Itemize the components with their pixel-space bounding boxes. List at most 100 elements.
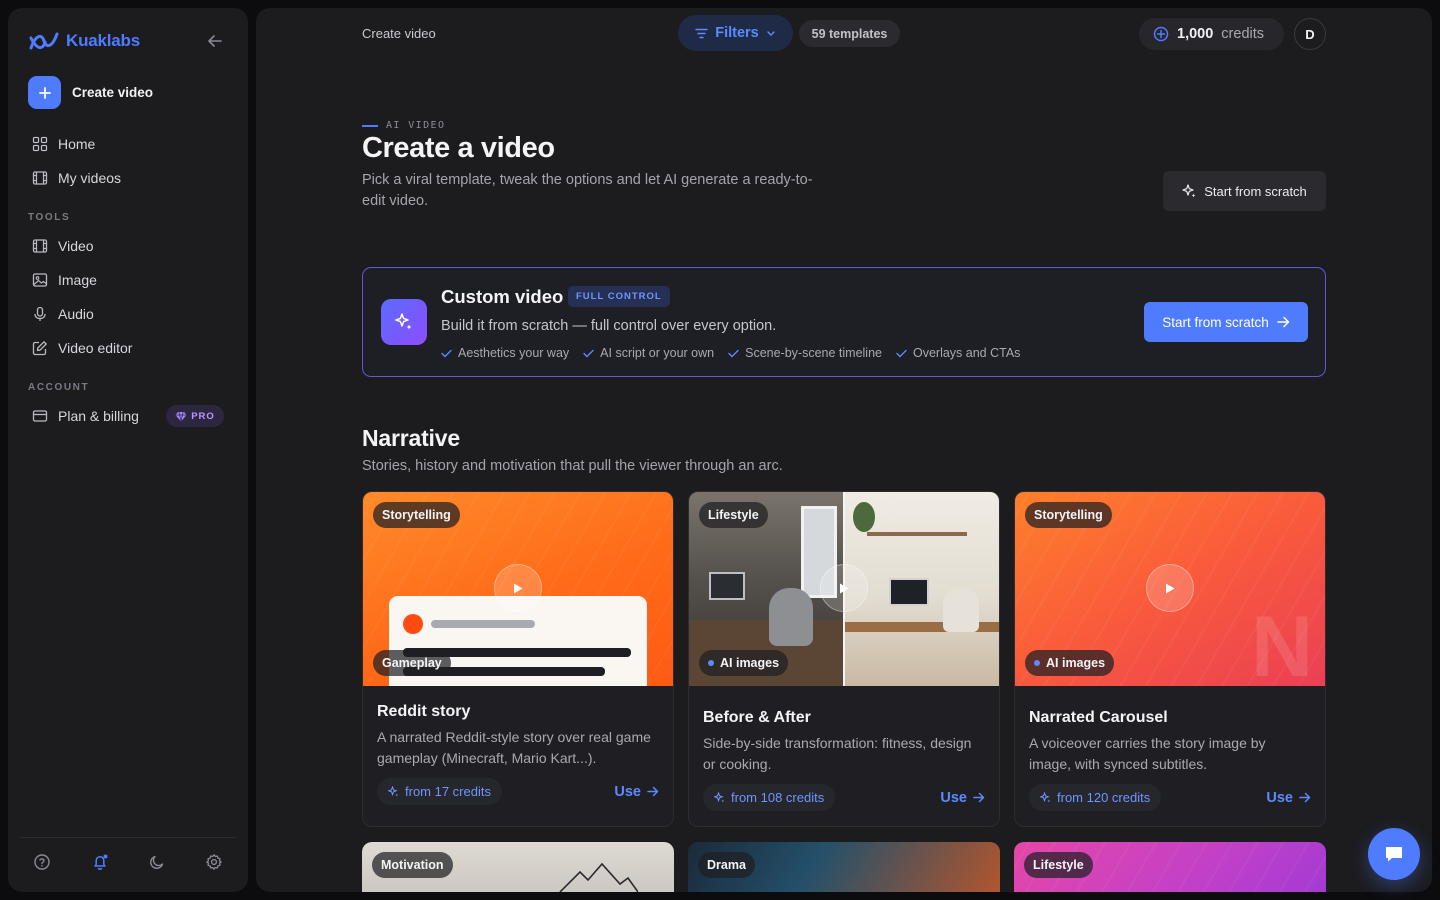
watermark-letter: N <box>1251 599 1314 686</box>
card-description: A voiceover carries the story image by i… <box>1029 735 1266 772</box>
after-photo <box>845 492 999 686</box>
credits-chip: from 17 credits <box>377 778 502 805</box>
template-count-badge: 59 templates <box>799 20 900 47</box>
sidebar-item-label: Plan & billing <box>58 408 139 424</box>
arrow-right-icon <box>1299 792 1311 803</box>
feature-item: Overlays and CTAs <box>896 346 1020 360</box>
custom-video-card[interactable]: Custom video FULL CONTROL Build it from … <box>362 267 1326 377</box>
custom-start-from-scratch-button[interactable]: Start from scratch <box>1144 302 1308 342</box>
chevron-down-icon <box>767 30 775 36</box>
sparkle-icon <box>714 792 725 803</box>
card-description: Side-by-side transformation: fitness, de… <box>703 735 972 772</box>
sidebar-item-image[interactable]: Image <box>32 272 97 288</box>
chat-bubble-icon <box>1386 847 1402 862</box>
play-button[interactable] <box>494 564 542 612</box>
use-label: Use <box>940 789 967 806</box>
filter-icon <box>695 28 708 38</box>
eyebrow-text: AI VIDEO <box>386 120 446 131</box>
edit-icon <box>32 341 47 356</box>
play-button[interactable] <box>820 564 868 612</box>
monitor-shape <box>889 578 929 606</box>
template-card-reddit-story[interactable]: Storytelling Gameplay Reddit story A nar… <box>362 491 674 827</box>
custom-video-title: Custom video <box>441 286 564 307</box>
custom-video-description: Build it from scratch — full control ove… <box>441 318 777 334</box>
feature-item: Scene-by-scene timeline <box>728 346 882 360</box>
section-title: Narrative <box>362 425 460 451</box>
sidebar-item-label: My videos <box>58 170 122 186</box>
chat-support-button[interactable] <box>1368 828 1420 880</box>
sidebar-item-label: Video <box>58 238 94 254</box>
full-control-badge: FULL CONTROL <box>568 286 670 307</box>
use-template-button[interactable]: Use <box>1266 784 1311 811</box>
settings-gear-icon[interactable] <box>205 853 223 871</box>
sidebar-item-my-videos[interactable]: My videos <box>32 170 121 186</box>
brand-name: Kuaklabs <box>66 31 140 50</box>
template-card-drama[interactable]: Drama <box>688 842 1000 892</box>
mountain-sketch-icon <box>559 862 638 892</box>
eyebrow-line <box>362 124 378 127</box>
post-line <box>431 620 535 628</box>
film-icon <box>32 171 48 185</box>
check-icon <box>583 349 594 357</box>
credits-chip-label: from 17 credits <box>405 784 491 799</box>
play-button[interactable] <box>1146 564 1194 612</box>
feature-label: AI script or your own <box>600 346 715 360</box>
use-template-button[interactable]: Use <box>940 784 985 811</box>
feature-label: Aesthetics your way <box>458 346 570 360</box>
format-tag: AI images <box>1025 650 1115 676</box>
use-label: Use <box>614 783 641 800</box>
create-video-button[interactable]: Create video <box>28 76 153 109</box>
kuaklabs-logo-icon <box>29 32 59 50</box>
post-avatar <box>403 614 423 634</box>
credits-chip: from 120 credits <box>1029 784 1162 811</box>
check-icon <box>441 349 452 357</box>
breadcrumb: Create video <box>362 26 436 41</box>
play-icon <box>1166 583 1175 593</box>
ai-dot-icon <box>708 660 714 666</box>
template-card-before-after[interactable]: Lifestyle AI images Before & After Side-… <box>688 491 1000 827</box>
create-video-label: Create video <box>72 85 154 100</box>
template-card-lifestyle[interactable]: Lifestyle <box>1014 842 1326 892</box>
brand[interactable]: Kuaklabs <box>28 30 140 52</box>
format-tag-label: AI images <box>1046 656 1106 670</box>
filters-button[interactable]: Filters <box>678 15 793 51</box>
card-title: Before & After <box>703 709 811 726</box>
custom-video-features: Aesthetics your way AI script or your ow… <box>441 346 1020 360</box>
format-tag: Gameplay <box>373 650 451 676</box>
eyebrow: AI VIDEO <box>362 120 445 131</box>
template-card-narrated-carousel[interactable]: N Storytelling AI images Narrated Carous… <box>1014 491 1326 827</box>
format-tag: AI images <box>699 650 789 676</box>
card-icon <box>32 410 48 422</box>
filters-label: Filters <box>715 25 759 41</box>
sidebar-item-video[interactable]: Video <box>32 238 94 254</box>
grid-icon <box>32 136 48 152</box>
template-card-motivation[interactable]: Motivation <box>362 842 674 892</box>
diamond-icon <box>175 411 187 422</box>
sidebar-item-label: Image <box>58 272 97 288</box>
tools-section-title: TOOLS <box>28 212 71 223</box>
sidebar-item-plan-billing[interactable]: Plan & billing <box>32 408 139 424</box>
check-icon <box>896 349 907 357</box>
sidebar-footer-divider <box>20 837 236 838</box>
sparkle-icon <box>1182 184 1196 198</box>
shelf-shape <box>867 532 967 536</box>
credits-balance[interactable]: 1,000 credits <box>1139 18 1284 50</box>
monitor-shape <box>709 572 745 600</box>
notifications-bell-icon[interactable] <box>91 853 109 871</box>
sidebar-item-audio[interactable]: Audio <box>32 306 94 322</box>
credits-chip-label: from 108 credits <box>731 790 825 805</box>
dark-mode-moon-icon[interactable] <box>148 853 166 871</box>
sidebar-item-video-editor[interactable]: Video editor <box>32 340 132 356</box>
use-template-button[interactable]: Use <box>614 778 659 805</box>
credits-value: 1,000 <box>1177 26 1214 42</box>
avatar[interactable]: D <box>1294 18 1326 50</box>
card-title: Reddit story <box>377 703 471 720</box>
help-icon[interactable] <box>33 853 51 871</box>
film-icon <box>32 239 48 253</box>
ai-dot-icon <box>1034 660 1040 666</box>
sidebar-item-home[interactable]: Home <box>32 136 95 152</box>
button-label: Start from scratch <box>1162 314 1269 330</box>
sidebar-item-label: Home <box>58 136 96 152</box>
start-from-scratch-button[interactable]: Start from scratch <box>1163 171 1326 211</box>
collapse-sidebar-icon[interactable] <box>206 32 224 50</box>
